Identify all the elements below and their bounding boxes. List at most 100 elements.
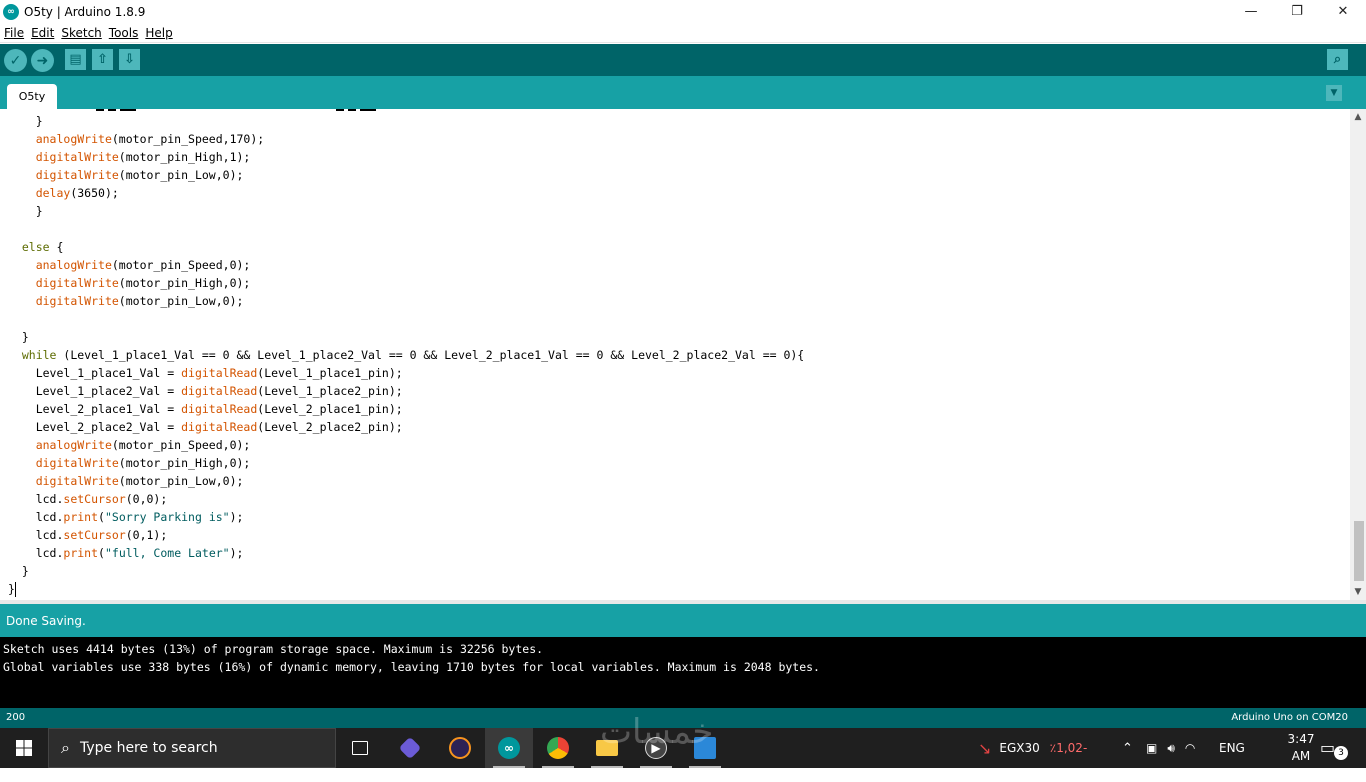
- clock-time: 3:47 AM: [1287, 732, 1315, 763]
- open-button[interactable]: ⇧: [92, 49, 113, 70]
- wifi-icon[interactable]: ◠: [1185, 741, 1195, 755]
- code-text: lcd.: [35, 546, 64, 560]
- menu-bar: File Edit Sketch Tools Help: [0, 23, 1366, 43]
- restore-button[interactable]: ❐: [1274, 0, 1320, 23]
- code-editor[interactable]: } analogWrite(motor_pin_Speed,170); digi…: [0, 109, 1350, 600]
- code-line: lcd.print("full, Come Later");: [8, 544, 804, 562]
- notification-icon: ▭: [1320, 738, 1336, 757]
- save-button[interactable]: ⇩: [119, 49, 140, 70]
- menu-help[interactable]: Help: [141, 26, 175, 40]
- console-output[interactable]: Sketch uses 4414 bytes (13%) of program …: [0, 637, 1366, 708]
- code-function: digitalWrite: [35, 294, 119, 308]
- editor-scrollbar[interactable]: ▲ ▼: [1350, 109, 1366, 600]
- start-button[interactable]: [0, 728, 48, 768]
- taskbar-app-copilot[interactable]: [386, 728, 434, 768]
- console-line: Sketch uses 4414 bytes (13%) of program …: [3, 642, 544, 656]
- system-clock[interactable]: 3:47 AM 12/20/2023: [1278, 731, 1347, 782]
- code-line: digitalWrite(motor_pin_Low,0);: [8, 472, 804, 490]
- code-function: digitalWrite: [35, 168, 119, 182]
- scroll-up-icon[interactable]: ▲: [1350, 109, 1366, 125]
- code-line: digitalWrite(motor_pin_High,0);: [8, 454, 804, 472]
- code-line: }: [8, 580, 804, 598]
- arrow-down-icon: ⇩: [124, 52, 135, 67]
- code-line: lcd.setCursor(0,0);: [8, 490, 804, 508]
- code-line: while (Level_1_place1_Val == 0 && Level_…: [8, 346, 804, 364]
- code-function: digitalRead: [181, 420, 258, 434]
- code-line: Level_2_place2_Val = digitalRead(Level_2…: [8, 418, 804, 436]
- notification-badge: 3: [1334, 746, 1348, 760]
- code-text: }: [8, 582, 15, 596]
- language-indicator[interactable]: ENG: [1219, 728, 1245, 768]
- code-text: (: [98, 510, 105, 524]
- volume-icon[interactable]: 🔊︎: [1167, 741, 1175, 756]
- stock-down-icon: ↘: [978, 738, 992, 758]
- task-view-button[interactable]: [336, 728, 384, 768]
- taskbar-app-chrome[interactable]: [534, 728, 582, 768]
- code-text: (motor_pin_Speed,0);: [111, 258, 251, 272]
- status-message: Done Saving.: [6, 613, 86, 628]
- scroll-down-icon[interactable]: ▼: [1350, 584, 1366, 600]
- document-icon: ▤: [69, 52, 82, 67]
- search-icon: ⌕: [61, 738, 70, 757]
- code-text: (Level_1_place1_Val == 0 && Level_1_plac…: [56, 348, 805, 362]
- tab-o5ty[interactable]: O5ty: [7, 84, 57, 109]
- tab-menu-button[interactable]: ▼: [1326, 85, 1342, 101]
- close-button[interactable]: ✕: [1320, 0, 1366, 23]
- code-function: digitalRead: [181, 402, 258, 416]
- menu-sketch[interactable]: Sketch: [57, 26, 104, 40]
- upload-button[interactable]: ➜: [31, 49, 54, 72]
- chrome-icon: [547, 737, 569, 759]
- arrow-up-icon: ⇧: [97, 52, 108, 67]
- code-function: digitalRead: [181, 366, 258, 380]
- code-text: (motor_pin_Low,0);: [118, 168, 244, 182]
- title-bar: ∞ O5ty | Arduino 1.8.9 — ❐ ✕: [0, 0, 1366, 23]
- code-function: print: [63, 510, 99, 524]
- taskbar-app-eclipse[interactable]: [436, 728, 484, 768]
- eclipse-icon: [449, 737, 471, 759]
- chevron-up-icon: ⌃: [1122, 740, 1133, 756]
- code-function: setCursor: [63, 492, 126, 506]
- taskbar-app-arduino[interactable]: ∞: [485, 728, 533, 768]
- code-text: (motor_pin_High,0);: [118, 276, 251, 290]
- watermark: خمسات: [600, 712, 714, 752]
- code-text: lcd.: [35, 492, 64, 506]
- menu-edit[interactable]: Edit: [27, 26, 57, 40]
- show-hidden-icons-button[interactable]: ⌃: [1122, 728, 1133, 768]
- console-line: Global variables use 338 bytes (16%) of …: [3, 660, 820, 674]
- meet-icon[interactable]: ▣: [1146, 741, 1157, 755]
- menu-tools[interactable]: Tools: [105, 26, 142, 40]
- code-text: (Level_2_place2_pin);: [257, 420, 403, 434]
- code-text: }: [21, 564, 29, 578]
- code-line: analogWrite(motor_pin_Speed,0);: [8, 256, 804, 274]
- line-number: 200: [6, 712, 26, 723]
- code-line: delay(3650);: [8, 184, 804, 202]
- notification-center-button[interactable]: ▭ 3: [1320, 738, 1348, 760]
- stock-change: ٪1,02-: [1049, 741, 1088, 755]
- code-text: Level_1_place1_Val =: [35, 366, 182, 380]
- board-info: Arduino Uno on COM20: [1231, 712, 1348, 723]
- code-function: print: [63, 546, 99, 560]
- code-content[interactable]: } analogWrite(motor_pin_Speed,170); digi…: [8, 112, 804, 598]
- window-controls: — ❐ ✕: [1228, 0, 1366, 23]
- code-text: );: [229, 510, 244, 524]
- stock-widget[interactable]: ↘ EGX30 ٪1,02-: [978, 728, 1087, 768]
- code-function: analogWrite: [35, 132, 112, 146]
- verify-button[interactable]: ✓: [4, 49, 27, 72]
- minimize-button[interactable]: —: [1228, 0, 1274, 23]
- copilot-icon: [398, 736, 422, 760]
- magnifier-icon: ⌕: [1333, 52, 1342, 67]
- code-text: (Level_1_place1_pin);: [257, 366, 403, 380]
- code-function: setCursor: [63, 528, 126, 542]
- code-line: digitalWrite(motor_pin_High,0);: [8, 274, 804, 292]
- code-text: }: [21, 330, 29, 344]
- taskbar-search[interactable]: ⌕ Type here to search: [48, 728, 336, 768]
- code-text: Level_2_place1_Val =: [35, 402, 182, 416]
- scrollbar-thumb[interactable]: [1354, 521, 1364, 581]
- serial-monitor-button[interactable]: ⌕: [1327, 49, 1348, 70]
- code-line: digitalWrite(motor_pin_High,1);: [8, 148, 804, 166]
- new-button[interactable]: ▤: [65, 49, 86, 70]
- code-text: (motor_pin_High,0);: [118, 456, 251, 470]
- menu-file[interactable]: File: [0, 26, 27, 40]
- tray-icons: ▣ 🔊︎ ◠: [1146, 728, 1195, 768]
- status-bar: Done Saving.: [0, 604, 1366, 637]
